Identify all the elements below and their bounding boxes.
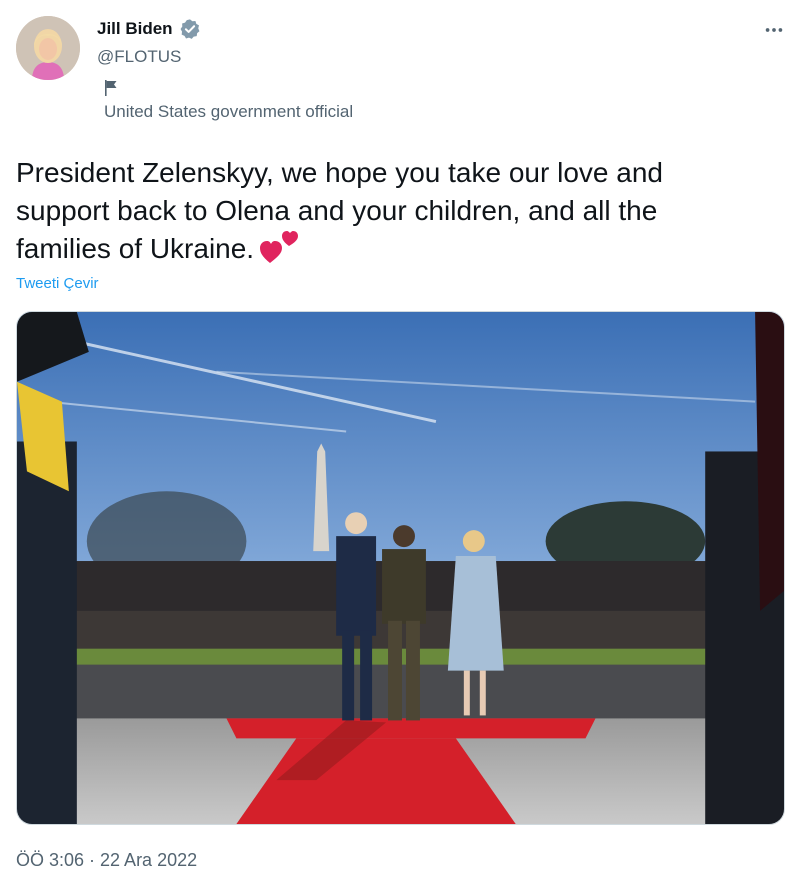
author-name-row: Jill Biden xyxy=(97,18,201,40)
tweet-body: President Zelenskyy, we hope you take ou… xyxy=(16,157,663,264)
verified-badge-icon xyxy=(179,18,201,40)
photo-scene xyxy=(17,312,784,824)
tweet-photo[interactable] xyxy=(16,311,785,825)
author-name[interactable]: Jill Biden xyxy=(97,19,173,39)
avatar-image xyxy=(16,16,80,80)
author-handle[interactable]: @FLOTUS xyxy=(97,47,181,67)
tweet-timestamp[interactable]: ÖÖ 3:06 · 22 Ara 2022 xyxy=(16,850,197,871)
translate-tweet-link[interactable]: Tweeti Çevir xyxy=(16,275,99,292)
more-options-icon[interactable] xyxy=(760,16,788,44)
two-hearts-icon xyxy=(260,230,299,264)
government-official-label[interactable]: United States government official xyxy=(104,102,353,122)
flag-icon xyxy=(104,80,118,96)
tweet-text: President Zelenskyy, we hope you take ou… xyxy=(16,154,756,268)
author-avatar[interactable] xyxy=(16,16,80,80)
